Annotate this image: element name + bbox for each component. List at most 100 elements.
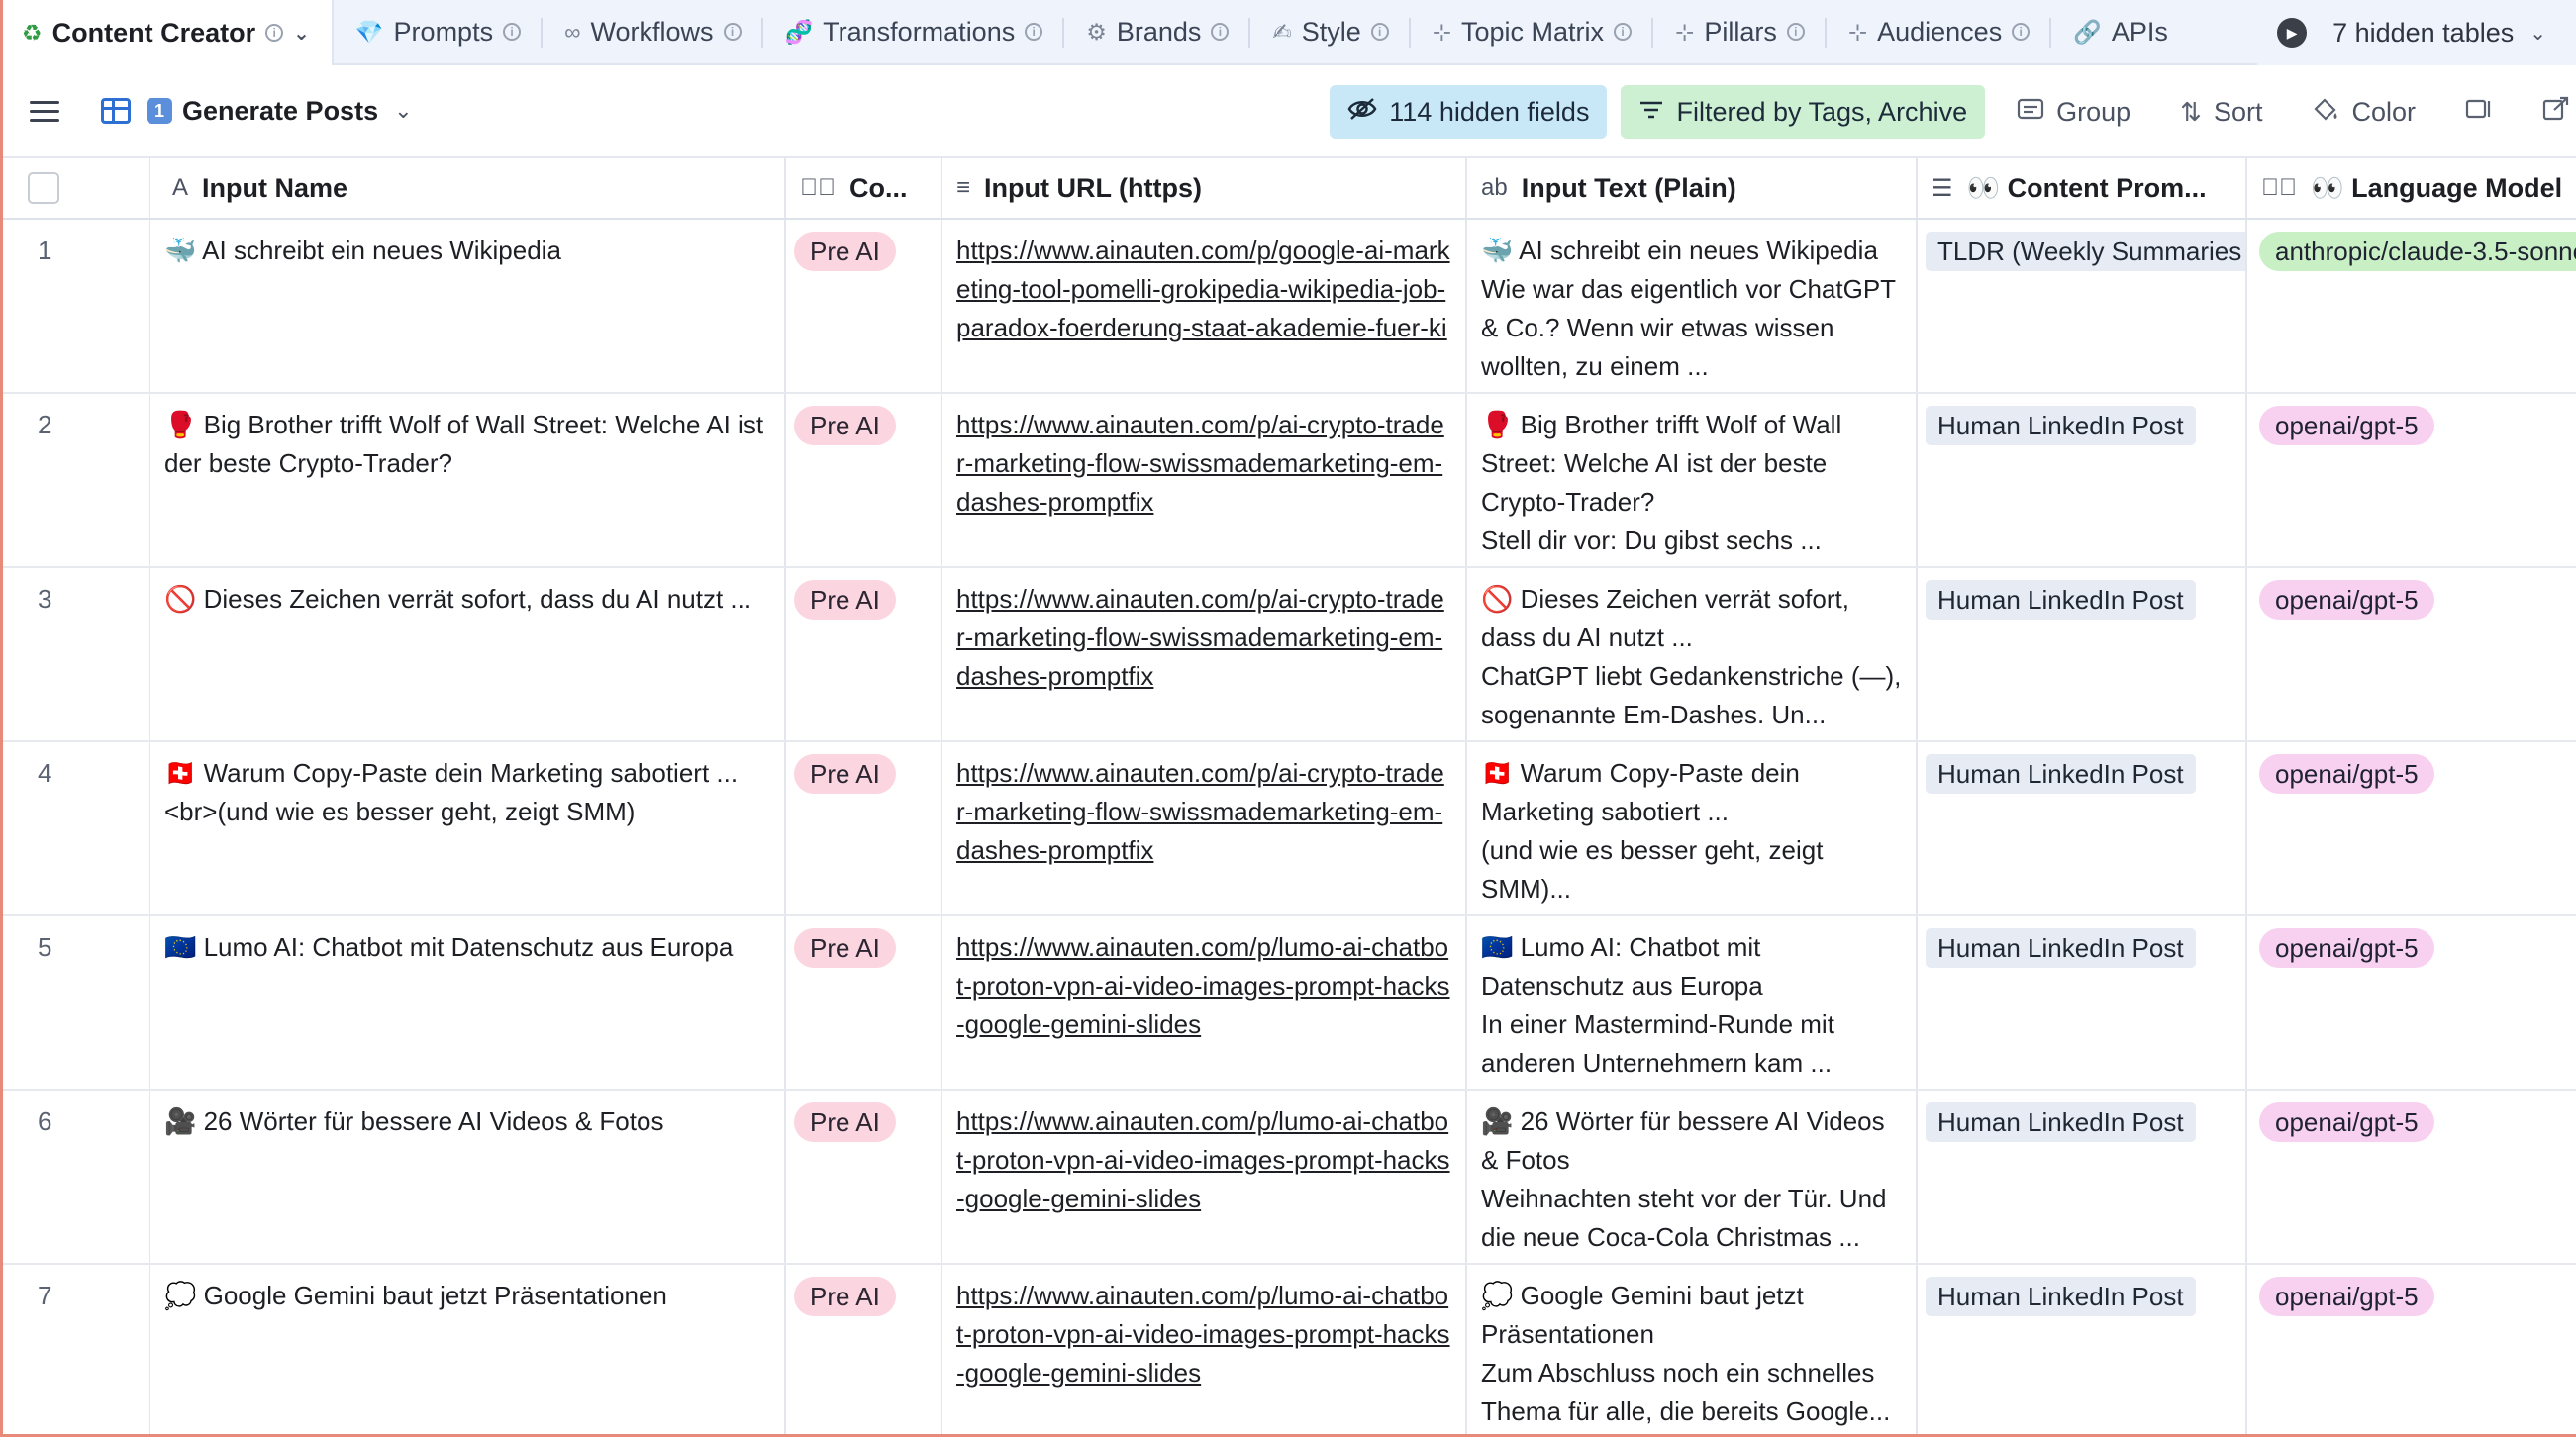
- info-icon[interactable]: i: [1370, 23, 1389, 41]
- language-model-cell[interactable]: openai/gpt-5: [2247, 1265, 2576, 1437]
- column-header-input-url[interactable]: ≡ Input URL (https): [942, 158, 1467, 218]
- table-row[interactable]: 2 🥊 Big Brother trifft Wolf of Wall Stre…: [0, 394, 2576, 568]
- content-prompt-cell[interactable]: Human LinkedIn Post: [1918, 1265, 2247, 1437]
- tab-content-creator[interactable]: ♻ Content Creator i ⌄: [0, 0, 334, 65]
- content-prompt-cell[interactable]: Human LinkedIn Post: [1918, 1091, 2247, 1263]
- hidden-fields-button[interactable]: 114 hidden fields: [1330, 85, 1608, 139]
- input-url-cell[interactable]: https://www.ainauten.com/p/google-ai-mar…: [942, 220, 1467, 392]
- tab-prompts[interactable]: 💎 Prompts i: [334, 0, 544, 63]
- sort-button[interactable]: ⇅ Sort: [2162, 85, 2280, 139]
- tab-label: Prompts: [393, 16, 494, 47]
- tab-brands[interactable]: ⚙ Brands i: [1064, 0, 1251, 63]
- url-link[interactable]: https://www.ainauten.com/p/lumo-ai-chatb…: [956, 1102, 1451, 1218]
- column-header-co[interactable]: ⌄⃝ Co...: [786, 158, 942, 218]
- chevron-down-icon[interactable]: ⌄: [293, 21, 310, 46]
- co-cell[interactable]: Pre AI: [786, 220, 942, 392]
- input-name-cell[interactable]: 🚫 Dieses Zeichen verrät sofort, dass du …: [150, 568, 786, 740]
- table-row[interactable]: 7 💭 Google Gemini baut jetzt Präsentatio…: [0, 1265, 2576, 1437]
- table-row[interactable]: 5 🇪🇺 Lumo AI: Chatbot mit Datenschutz au…: [0, 916, 2576, 1091]
- url-link[interactable]: https://www.ainauten.com/p/ai-crypto-tra…: [956, 754, 1451, 870]
- table-row[interactable]: 4 🇨🇭 Warum Copy-Paste dein Marketing sab…: [0, 742, 2576, 916]
- language-model-cell[interactable]: openai/gpt-5: [2247, 742, 2576, 914]
- input-text-cell[interactable]: 🚫 Dieses Zeichen verrät sofort, dass du …: [1467, 568, 1918, 740]
- language-model-cell[interactable]: openai/gpt-5: [2247, 1091, 2576, 1263]
- input-name-cell[interactable]: 🇪🇺 Lumo AI: Chatbot mit Datenschutz aus …: [150, 916, 786, 1089]
- url-link[interactable]: https://www.ainauten.com/p/ai-crypto-tra…: [956, 406, 1451, 522]
- menu-icon[interactable]: [30, 100, 59, 122]
- language-model-cell[interactable]: openai/gpt-5: [2247, 916, 2576, 1089]
- input-name-cell[interactable]: 🥊 Big Brother trifft Wolf of Wall Street…: [150, 394, 786, 566]
- input-text-cell[interactable]: 🇨🇭 Warum Copy-Paste dein Marketing sabot…: [1467, 742, 1918, 914]
- url-link[interactable]: https://www.ainauten.com/p/google-ai-mar…: [956, 232, 1451, 347]
- table-row[interactable]: 1 🐳 AI schreibt ein neues Wikipedia Pre …: [0, 220, 2576, 394]
- hidden-tables-button[interactable]: 7 hidden tables ⌄: [2332, 18, 2546, 48]
- language-model-cell[interactable]: openai/gpt-5: [2247, 568, 2576, 740]
- input-name-cell[interactable]: 💭 Google Gemini baut jetzt Präsentatione…: [150, 1265, 786, 1437]
- co-cell[interactable]: Pre AI: [786, 916, 942, 1089]
- input-name-cell[interactable]: 🇨🇭 Warum Copy-Paste dein Marketing sabot…: [150, 742, 786, 914]
- column-header-input-text[interactable]: ab Input Text (Plain): [1467, 158, 1918, 218]
- info-icon[interactable]: i: [2012, 23, 2031, 41]
- input-text-value: 💭 Google Gemini baut jetzt Präsentatione…: [1481, 1281, 1891, 1426]
- input-url-cell[interactable]: https://www.ainauten.com/p/lumo-ai-chatb…: [942, 916, 1467, 1089]
- co-cell[interactable]: Pre AI: [786, 394, 942, 566]
- input-name-cell[interactable]: 🎥 26 Wörter für bessere AI Videos & Foto…: [150, 1091, 786, 1263]
- input-text-cell[interactable]: 💭 Google Gemini baut jetzt Präsentatione…: [1467, 1265, 1918, 1437]
- color-button[interactable]: Color: [2294, 85, 2433, 139]
- input-text-cell[interactable]: 🇪🇺 Lumo AI: Chatbot mit Datenschutz aus …: [1467, 916, 1918, 1089]
- tab-apis[interactable]: 🔗 APIs: [2051, 0, 2190, 63]
- info-icon[interactable]: i: [1211, 23, 1230, 41]
- group-button[interactable]: Group: [1999, 85, 2148, 139]
- content-prompt-cell[interactable]: Human LinkedIn Post: [1918, 742, 2247, 914]
- input-url-cell[interactable]: https://www.ainauten.com/p/lumo-ai-chatb…: [942, 1091, 1467, 1263]
- view-name[interactable]: Generate Posts: [182, 96, 378, 127]
- select-all-checkbox[interactable]: [28, 172, 59, 204]
- share-button[interactable]: [2525, 85, 2576, 139]
- info-icon[interactable]: i: [503, 23, 522, 41]
- input-url-cell[interactable]: https://www.ainauten.com/p/ai-crypto-tra…: [942, 742, 1467, 914]
- co-cell[interactable]: Pre AI: [786, 1091, 942, 1263]
- scroll-right-icon[interactable]: ▶: [2277, 18, 2308, 48]
- input-url-cell[interactable]: https://www.ainauten.com/p/lumo-ai-chatb…: [942, 1265, 1467, 1437]
- input-text-cell[interactable]: 🎥 26 Wörter für bessere AI Videos & Foto…: [1467, 1091, 1918, 1263]
- input-name-text: 🎥 26 Wörter für bessere AI Videos & Foto…: [164, 1106, 664, 1136]
- content-prompt-cell[interactable]: TLDR (Weekly Summaries: [1918, 220, 2247, 392]
- co-cell[interactable]: Pre AI: [786, 568, 942, 740]
- tab-style[interactable]: ✍ Style i: [1250, 0, 1411, 63]
- url-link[interactable]: https://www.ainauten.com/p/lumo-ai-chatb…: [956, 1277, 1451, 1392]
- language-model-cell[interactable]: openai/gpt-5: [2247, 394, 2576, 566]
- content-prompt-cell[interactable]: Human LinkedIn Post: [1918, 394, 2247, 566]
- input-url-cell[interactable]: https://www.ainauten.com/p/ai-crypto-tra…: [942, 394, 1467, 566]
- info-icon[interactable]: i: [1786, 23, 1805, 41]
- content-prompt-cell[interactable]: Human LinkedIn Post: [1918, 568, 2247, 740]
- tab-transformations[interactable]: 🧬 Transformations i: [763, 0, 1065, 63]
- info-icon[interactable]: i: [1614, 23, 1633, 41]
- tab-workflows[interactable]: ∞ Workflows i: [543, 0, 763, 63]
- tab-topic-matrix[interactable]: ⊹ Topic Matrix i: [1411, 0, 1654, 63]
- input-name-cell[interactable]: 🐳 AI schreibt ein neues Wikipedia: [150, 220, 786, 392]
- table-row[interactable]: 6 🎥 26 Wörter für bessere AI Videos & Fo…: [0, 1091, 2576, 1265]
- url-link[interactable]: https://www.ainauten.com/p/ai-crypto-tra…: [956, 580, 1451, 696]
- input-url-cell[interactable]: https://www.ainauten.com/p/ai-crypto-tra…: [942, 568, 1467, 740]
- filter-button[interactable]: Filtered by Tags, Archive: [1621, 85, 1986, 139]
- co-cell[interactable]: Pre AI: [786, 742, 942, 914]
- language-model-cell[interactable]: anthropic/claude-3.5-sonnet: [2247, 220, 2576, 392]
- model-tag: openai/gpt-5: [2259, 406, 2434, 445]
- input-text-cell[interactable]: 🥊 Big Brother trifft Wolf of Wall Street…: [1467, 394, 1918, 566]
- tab-audiences[interactable]: ⊹ Audiences i: [1827, 0, 2052, 63]
- input-text-cell[interactable]: 🐳 AI schreibt ein neues Wikipedia Wie wa…: [1467, 220, 1918, 392]
- row-height-button[interactable]: [2447, 85, 2511, 139]
- column-header-input-name[interactable]: A Input Name: [150, 158, 786, 218]
- column-header-content-prompt[interactable]: ☰ 👀 Content Prom...: [1918, 158, 2247, 218]
- chevron-down-icon[interactable]: ⌄: [394, 98, 412, 124]
- info-icon[interactable]: i: [1025, 23, 1043, 41]
- info-icon[interactable]: i: [723, 23, 742, 41]
- co-cell[interactable]: Pre AI: [786, 1265, 942, 1437]
- content-prompt-cell[interactable]: Human LinkedIn Post: [1918, 916, 2247, 1089]
- tab-pillars[interactable]: ⊹ Pillars i: [1653, 0, 1827, 63]
- table-row[interactable]: 3 🚫 Dieses Zeichen verrät sofort, dass d…: [0, 568, 2576, 742]
- column-header-language-model[interactable]: ⌄⃝ 👀 Language Model: [2247, 158, 2576, 218]
- hidden-fields-label: 114 hidden fields: [1389, 96, 1590, 127]
- info-icon[interactable]: i: [265, 24, 284, 42]
- url-link[interactable]: https://www.ainauten.com/p/lumo-ai-chatb…: [956, 928, 1451, 1044]
